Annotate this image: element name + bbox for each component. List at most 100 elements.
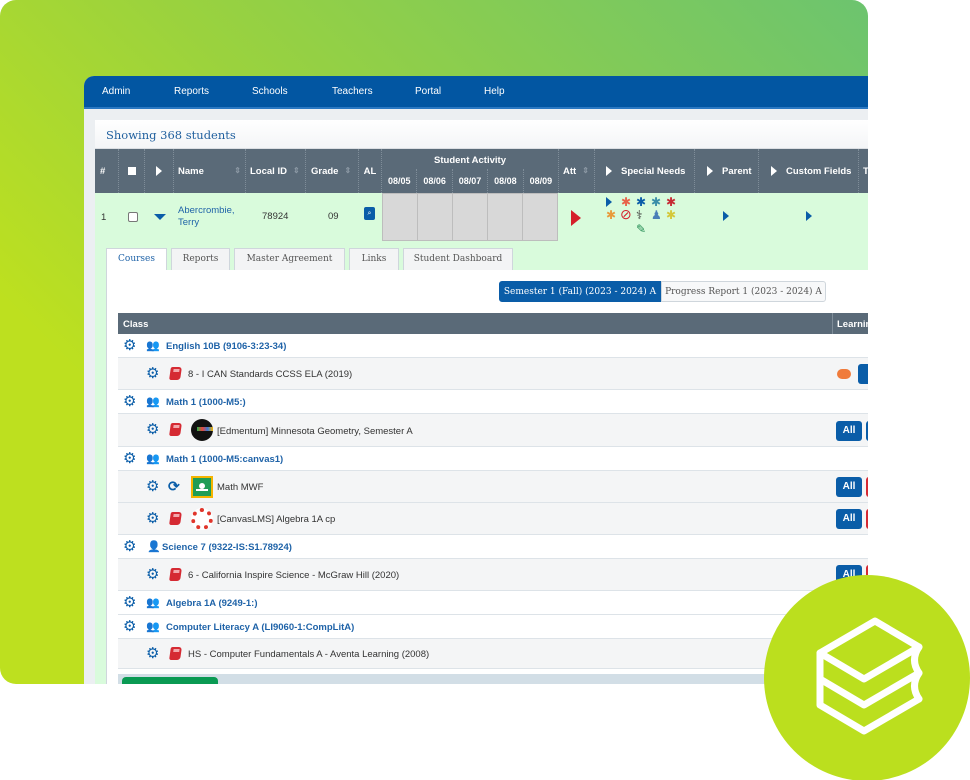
learning-button[interactable] [866,509,868,529]
puzzle-icon: ✱ [606,208,617,222]
expand-icon[interactable] [771,166,777,176]
students-panel: Showing 368 students # Name ⇕ Local ID ⇕ G… [95,120,868,684]
all-button[interactable]: All [836,477,862,497]
col-expand[interactable] [145,149,174,193]
gear-icon[interactable]: ⚙ [146,511,159,526]
nav-teachers[interactable]: Teachers [332,86,373,97]
learning-button[interactable] [866,477,868,497]
expand-custom-fields-icon[interactable] [806,211,812,221]
canvas-logo [191,508,213,530]
gear-icon[interactable]: ⚙ [146,479,159,494]
comment-icon[interactable] [837,369,851,379]
nav-schools[interactable]: Schools [252,86,288,97]
class-link[interactable]: Math 1 (1000-M5:canvas1) [166,454,283,465]
col-local-id[interactable]: Local ID ⇕ [246,149,306,193]
attendance-alert-icon[interactable] [571,210,581,226]
expand-all-icon[interactable] [156,166,162,176]
expand-icon[interactable] [707,166,713,176]
class-link[interactable]: English 10B (9106-3:23-34) [166,341,286,352]
class-link[interactable]: Math 1 (1000-M5:) [166,397,246,408]
col-name[interactable]: Name ⇕ [174,149,246,193]
select-all-checkbox[interactable] [127,167,136,175]
nav-reports[interactable]: Reports [174,86,209,97]
gear-icon[interactable]: ⚙ [123,539,136,554]
all-button[interactable]: All [836,509,862,529]
sort-icon[interactable]: ⇕ [234,167,241,175]
gear-icon[interactable]: ⚙ [123,619,136,634]
row-checkbox[interactable] [128,212,138,222]
class-table-footer [118,674,868,684]
all-button[interactable]: All [836,421,862,441]
gear-icon[interactable]: ⚙ [146,646,159,661]
curriculum-title: 8 - I CAN Standards CCSS ELA (2019) [188,369,353,380]
top-navigation: Admin Reports Schools Teachers Portal He… [84,76,868,109]
nav-admin[interactable]: Admin [102,86,130,97]
sort-icon[interactable]: ⇕ [582,167,589,175]
gear-icon[interactable]: ⚙ [123,394,136,409]
expand-special-needs-icon[interactable] [606,197,612,207]
row-number: 1 [101,212,107,223]
sync-icon[interactable]: ⟳ [168,479,180,493]
gear-icon[interactable]: ⚙ [123,595,136,610]
books-badge [764,575,970,780]
gear-icon[interactable]: ⚙ [123,338,136,353]
al-report-icon[interactable]: ⌕ [364,207,375,220]
tab-links[interactable]: Links [349,248,399,270]
puzzle-icon: ✱ [666,195,677,209]
tab-student-dashboard[interactable]: Student Dashboard [403,248,513,270]
student-row[interactable]: 1 Abercrombie, Terry 78924 09 ⌕ ✱ ✱ ✱ ✱ … [95,193,868,247]
sort-icon[interactable]: ⇕ [293,167,300,175]
class-group-row: ⚙ 👥 Math 1 (1000-M5:) [118,390,868,414]
expand-icon[interactable] [606,166,612,176]
term-progress-report-1[interactable]: Progress Report 1 (2023 - 2024) A [661,281,826,302]
tab-master-agreement[interactable]: Master Agreement [234,248,345,270]
gear-icon[interactable]: ⚙ [123,451,136,466]
student-activity-title: Student Activity [434,155,506,166]
users-icon: 👥 [146,597,160,609]
tab-reports[interactable]: Reports [171,248,230,270]
activity-cell [382,193,418,241]
expand-parent-icon[interactable] [723,211,729,221]
term-semester-1[interactable]: Semester 1 (Fall) (2023 - 2024) A [499,281,661,302]
curriculum-title: Math MWF [217,482,264,493]
sort-icon[interactable]: ⇕ [344,167,351,175]
edmentum-logo [191,419,213,441]
curriculum-title: HS - Computer Fundamentals A - Aventa Le… [188,649,430,660]
users-icon: 👥 [146,340,160,352]
col-special-needs[interactable]: Special Needs [595,149,695,193]
gear-icon[interactable]: ⚙ [146,366,159,381]
learning-button[interactable] [866,421,868,441]
collapse-row-icon[interactable] [154,214,166,220]
col-al: AL [359,149,382,193]
panel-title: Showing 368 students [95,120,868,149]
col-select-all[interactable] [119,149,145,193]
class-group-row: ⚙ 👤 Science 7 (9322-IS:S1.78924) [118,535,868,559]
class-link[interactable]: Algebra 1A (9249-1:) [166,598,258,609]
book-icon [169,367,182,380]
gear-icon[interactable]: ⚙ [146,567,159,582]
nav-portal[interactable]: Portal [415,86,441,97]
col-student-activity: Student Activity 08/05 08/06 08/07 08/08… [382,149,559,193]
col-att[interactable]: Att ⇕ [559,149,595,193]
puzzle-icon: ✱ [636,195,647,209]
users-icon: 👥 [146,453,160,465]
all-button[interactable] [858,364,868,384]
nav-help[interactable]: Help [484,86,505,97]
student-name-link[interactable]: Abercrombie, Terry [178,205,248,229]
curriculum-title: [CanvasLMS] Algebra 1A cp [217,514,336,525]
col-grade[interactable]: Grade ⇕ [306,149,359,193]
col-parent[interactable]: Parent [695,149,759,193]
class-link[interactable]: Science 7 (9322-IS:S1.78924) [162,542,292,553]
curriculum-title: 6 - California Inspire Science - McGraw … [188,570,400,581]
class-link[interactable]: Computer Literacy A (LI9060-1:CompLitA) [166,622,354,633]
book-icon [169,568,182,581]
add-button[interactable] [122,677,218,684]
activity-date: 08/07 [453,169,489,193]
tab-courses[interactable]: Courses [106,248,167,271]
col-custom-fields[interactable]: Custom Fields [759,149,859,193]
activity-date: 08/09 [529,176,553,186]
medical-icon: ⚕ [636,208,643,222]
col-number: # [95,149,119,193]
gear-icon[interactable]: ⚙ [146,422,159,437]
class-group-row: ⚙ 👥 Math 1 (1000-M5:canvas1) [118,447,868,471]
